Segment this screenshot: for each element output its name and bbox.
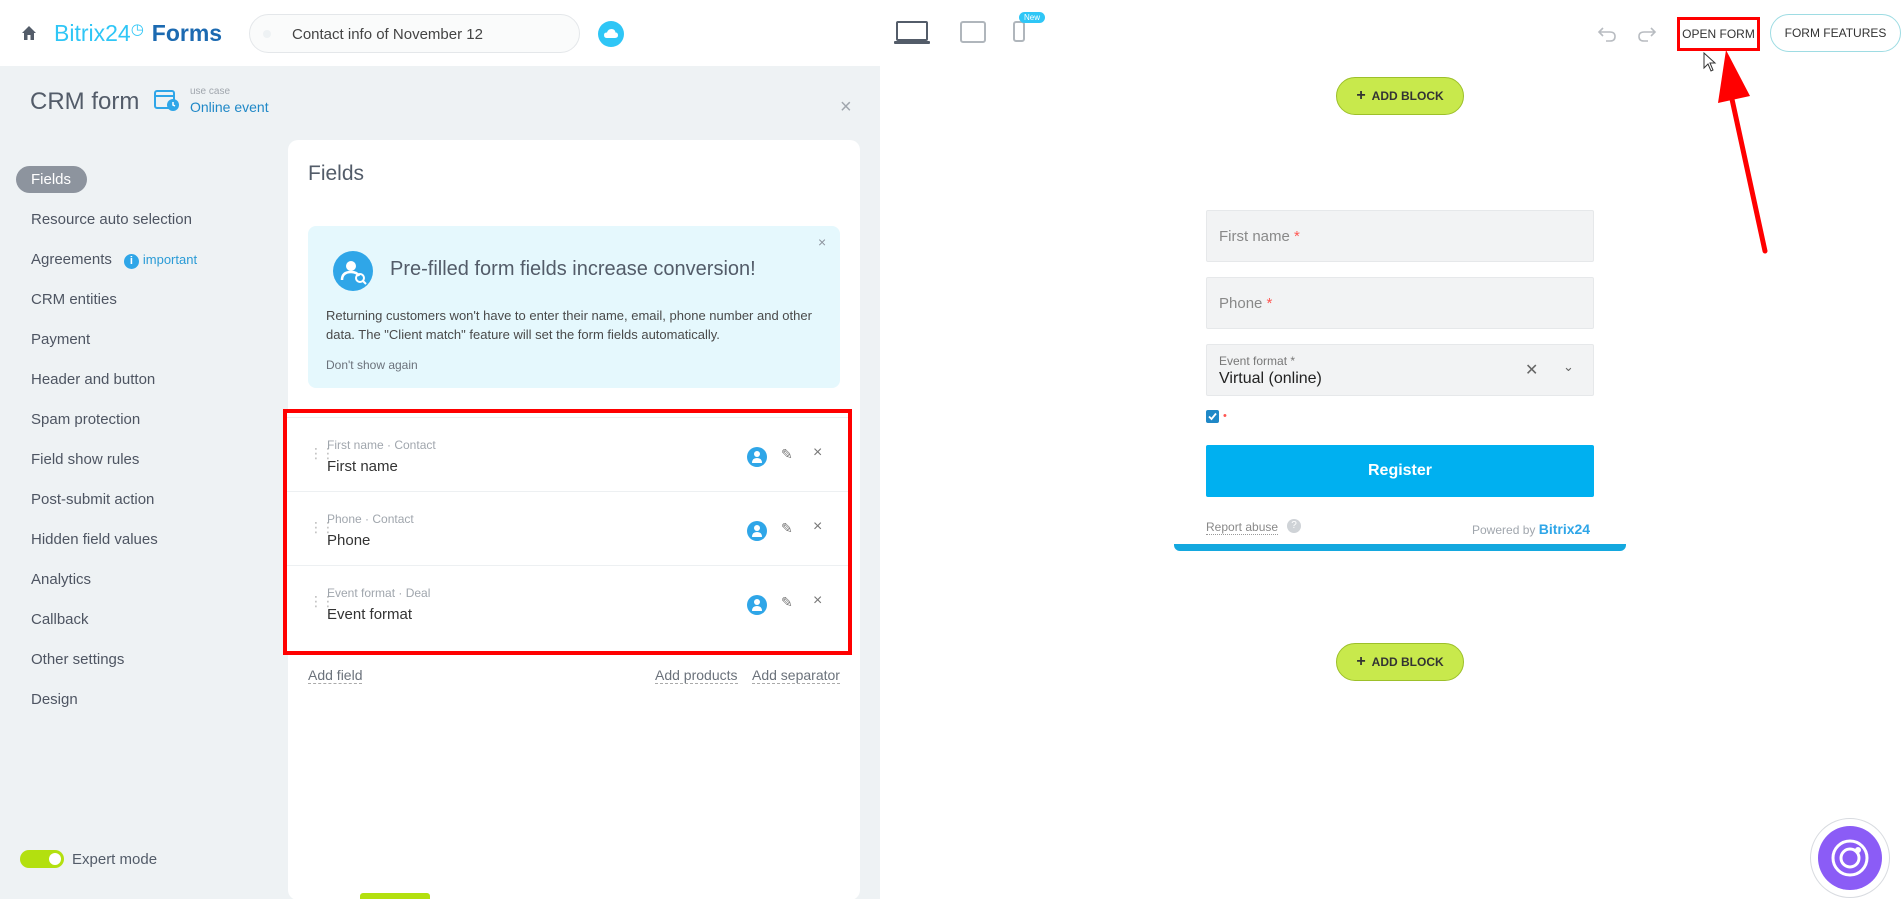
panel-title: CRM form <box>30 88 140 115</box>
nav-item-agreements[interactable]: Agreements i important <box>16 240 276 280</box>
cloud-save-icon[interactable] <box>598 21 624 47</box>
open-form-button[interactable]: OPEN FORM <box>1677 17 1760 51</box>
client-match-icon[interactable] <box>747 447 767 467</box>
add-block-button[interactable]: + ADD BLOCK <box>1336 643 1464 681</box>
calendar-icon <box>154 90 179 111</box>
nav-item-fields[interactable]: Fields <box>16 160 276 200</box>
promo-text: Returning customers won't have to enter … <box>326 308 812 342</box>
fields-title: Fields <box>308 162 365 185</box>
nav-item-hidden-field-values[interactable]: Hidden field values <box>16 520 276 560</box>
nav-item-analytics[interactable]: Analytics <box>16 560 276 600</box>
mobile-view-icon[interactable] <box>1011 20 1027 44</box>
use-case-value[interactable]: Online event <box>190 99 269 115</box>
top-bar: Bitrix24◷ Forms Contact info of November … <box>0 0 1904 66</box>
register-button[interactable]: Register <box>1206 445 1594 497</box>
client-match-icon <box>333 251 373 291</box>
field-value: Phone <box>327 532 371 549</box>
nav-item-crm-entities[interactable]: CRM entities <box>16 280 276 320</box>
important-badge[interactable]: i important <box>123 252 197 269</box>
edit-icon[interactable]: ✎ <box>781 520 793 537</box>
home-icon[interactable] <box>20 24 38 42</box>
nav-item-callback[interactable]: Callback <box>16 600 276 640</box>
add-products-link[interactable]: Add products <box>655 667 738 684</box>
desktop-view-icon[interactable] <box>893 20 931 46</box>
close-icon[interactable]: × <box>840 96 852 119</box>
nav-item-post-submit-action[interactable]: Post-submit action <box>16 480 276 520</box>
chevron-down-icon[interactable]: ⌄ <box>1563 359 1574 375</box>
delete-icon[interactable]: × <box>813 444 822 462</box>
edit-icon[interactable]: ✎ <box>781 594 793 611</box>
delete-icon[interactable]: × <box>813 592 822 610</box>
event-format-value: Virtual (online) <box>1219 370 1322 387</box>
undo-icon[interactable] <box>1596 22 1618 44</box>
use-case-caption: use case <box>190 86 231 97</box>
assistant-button[interactable] <box>1810 818 1890 898</box>
clear-icon[interactable]: ✕ <box>1525 360 1538 380</box>
nav-item-other-settings[interactable]: Other settings <box>16 640 276 680</box>
first-name-field[interactable]: First name * <box>1206 210 1594 262</box>
add-block-button[interactable]: + ADD BLOCK <box>1336 77 1464 115</box>
nav-item-field-show-rules[interactable]: Field show rules <box>16 440 276 480</box>
nav-item-resource-auto-selection[interactable]: Resource auto selection <box>16 200 276 240</box>
tablet-view-icon[interactable] <box>959 20 987 44</box>
dont-show-again-link[interactable]: Don't show again <box>326 358 418 372</box>
plus-icon: + <box>1356 87 1366 104</box>
nav-item-spam-protection[interactable]: Spam protection <box>16 400 276 440</box>
edit-icon <box>263 30 271 38</box>
expert-mode-toggle[interactable] <box>20 850 64 868</box>
form-features-button[interactable]: FORM FEATURES <box>1770 14 1901 52</box>
client-match-icon[interactable] <box>747 595 767 615</box>
bottom-button-edge[interactable] <box>360 893 430 899</box>
settings-nav: Fields Resource auto selection Agreement… <box>16 160 276 720</box>
required-mark: • <box>1223 410 1227 422</box>
edit-icon[interactable]: ✎ <box>781 446 793 463</box>
field-row[interactable]: ⋮⋮ Phone · Contact Phone ✎ × <box>287 491 848 565</box>
promo-banner: Pre-filled form fields increase conversi… <box>308 226 840 388</box>
nav-item-payment[interactable]: Payment <box>16 320 276 360</box>
delete-icon[interactable]: × <box>813 518 822 536</box>
annotation-arrow-icon <box>1718 50 1768 254</box>
field-value: First name <box>327 458 398 475</box>
form-name-field[interactable]: Contact info of November 12 <box>249 14 580 53</box>
powered-by[interactable]: Powered by Bitrix24 <box>1472 521 1590 537</box>
field-value: Event format <box>327 606 413 623</box>
field-caption: First name · Contact <box>327 438 436 452</box>
expert-mode[interactable]: Expert mode <box>20 850 157 868</box>
field-caption: Event format · Deal <box>327 586 431 600</box>
mouse-cursor-icon <box>1703 52 1717 72</box>
new-badge: New <box>1019 12 1046 23</box>
add-separator-link[interactable]: Add separator <box>752 667 840 684</box>
form-bottom-border <box>1174 544 1626 551</box>
close-icon[interactable]: × <box>818 234 826 250</box>
nav-item-design[interactable]: Design <box>16 680 276 720</box>
assistant-icon <box>1818 826 1882 890</box>
info-icon: i <box>123 254 139 269</box>
plus-icon: + <box>1356 653 1366 670</box>
app-logo[interactable]: Bitrix24◷ Forms <box>54 20 222 47</box>
report-abuse-link[interactable]: Report abuse <box>1206 520 1279 535</box>
nav-item-header-and-button[interactable]: Header and button <box>16 360 276 400</box>
fields-list: ⋮⋮ First name · Contact First name ✎ × ⋮… <box>283 409 852 655</box>
field-caption: Phone · Contact <box>327 512 414 526</box>
client-match-icon[interactable] <box>747 521 767 541</box>
promo-title: Pre-filled form fields increase conversi… <box>390 258 756 280</box>
consent-checkbox[interactable] <box>1206 410 1219 423</box>
add-field-link[interactable]: Add field <box>308 667 363 684</box>
event-format-select[interactable]: Event format * Virtual (online) ✕ ⌄ <box>1206 344 1594 396</box>
field-row[interactable]: ⋮⋮ First name · Contact First name ✎ × <box>287 417 848 491</box>
help-icon[interactable]: ? <box>1287 519 1301 533</box>
redo-icon[interactable] <box>1636 22 1658 44</box>
phone-field[interactable]: Phone * <box>1206 277 1594 329</box>
field-row[interactable]: ⋮⋮ Event format · Deal Event format ✎ × <box>287 565 848 639</box>
